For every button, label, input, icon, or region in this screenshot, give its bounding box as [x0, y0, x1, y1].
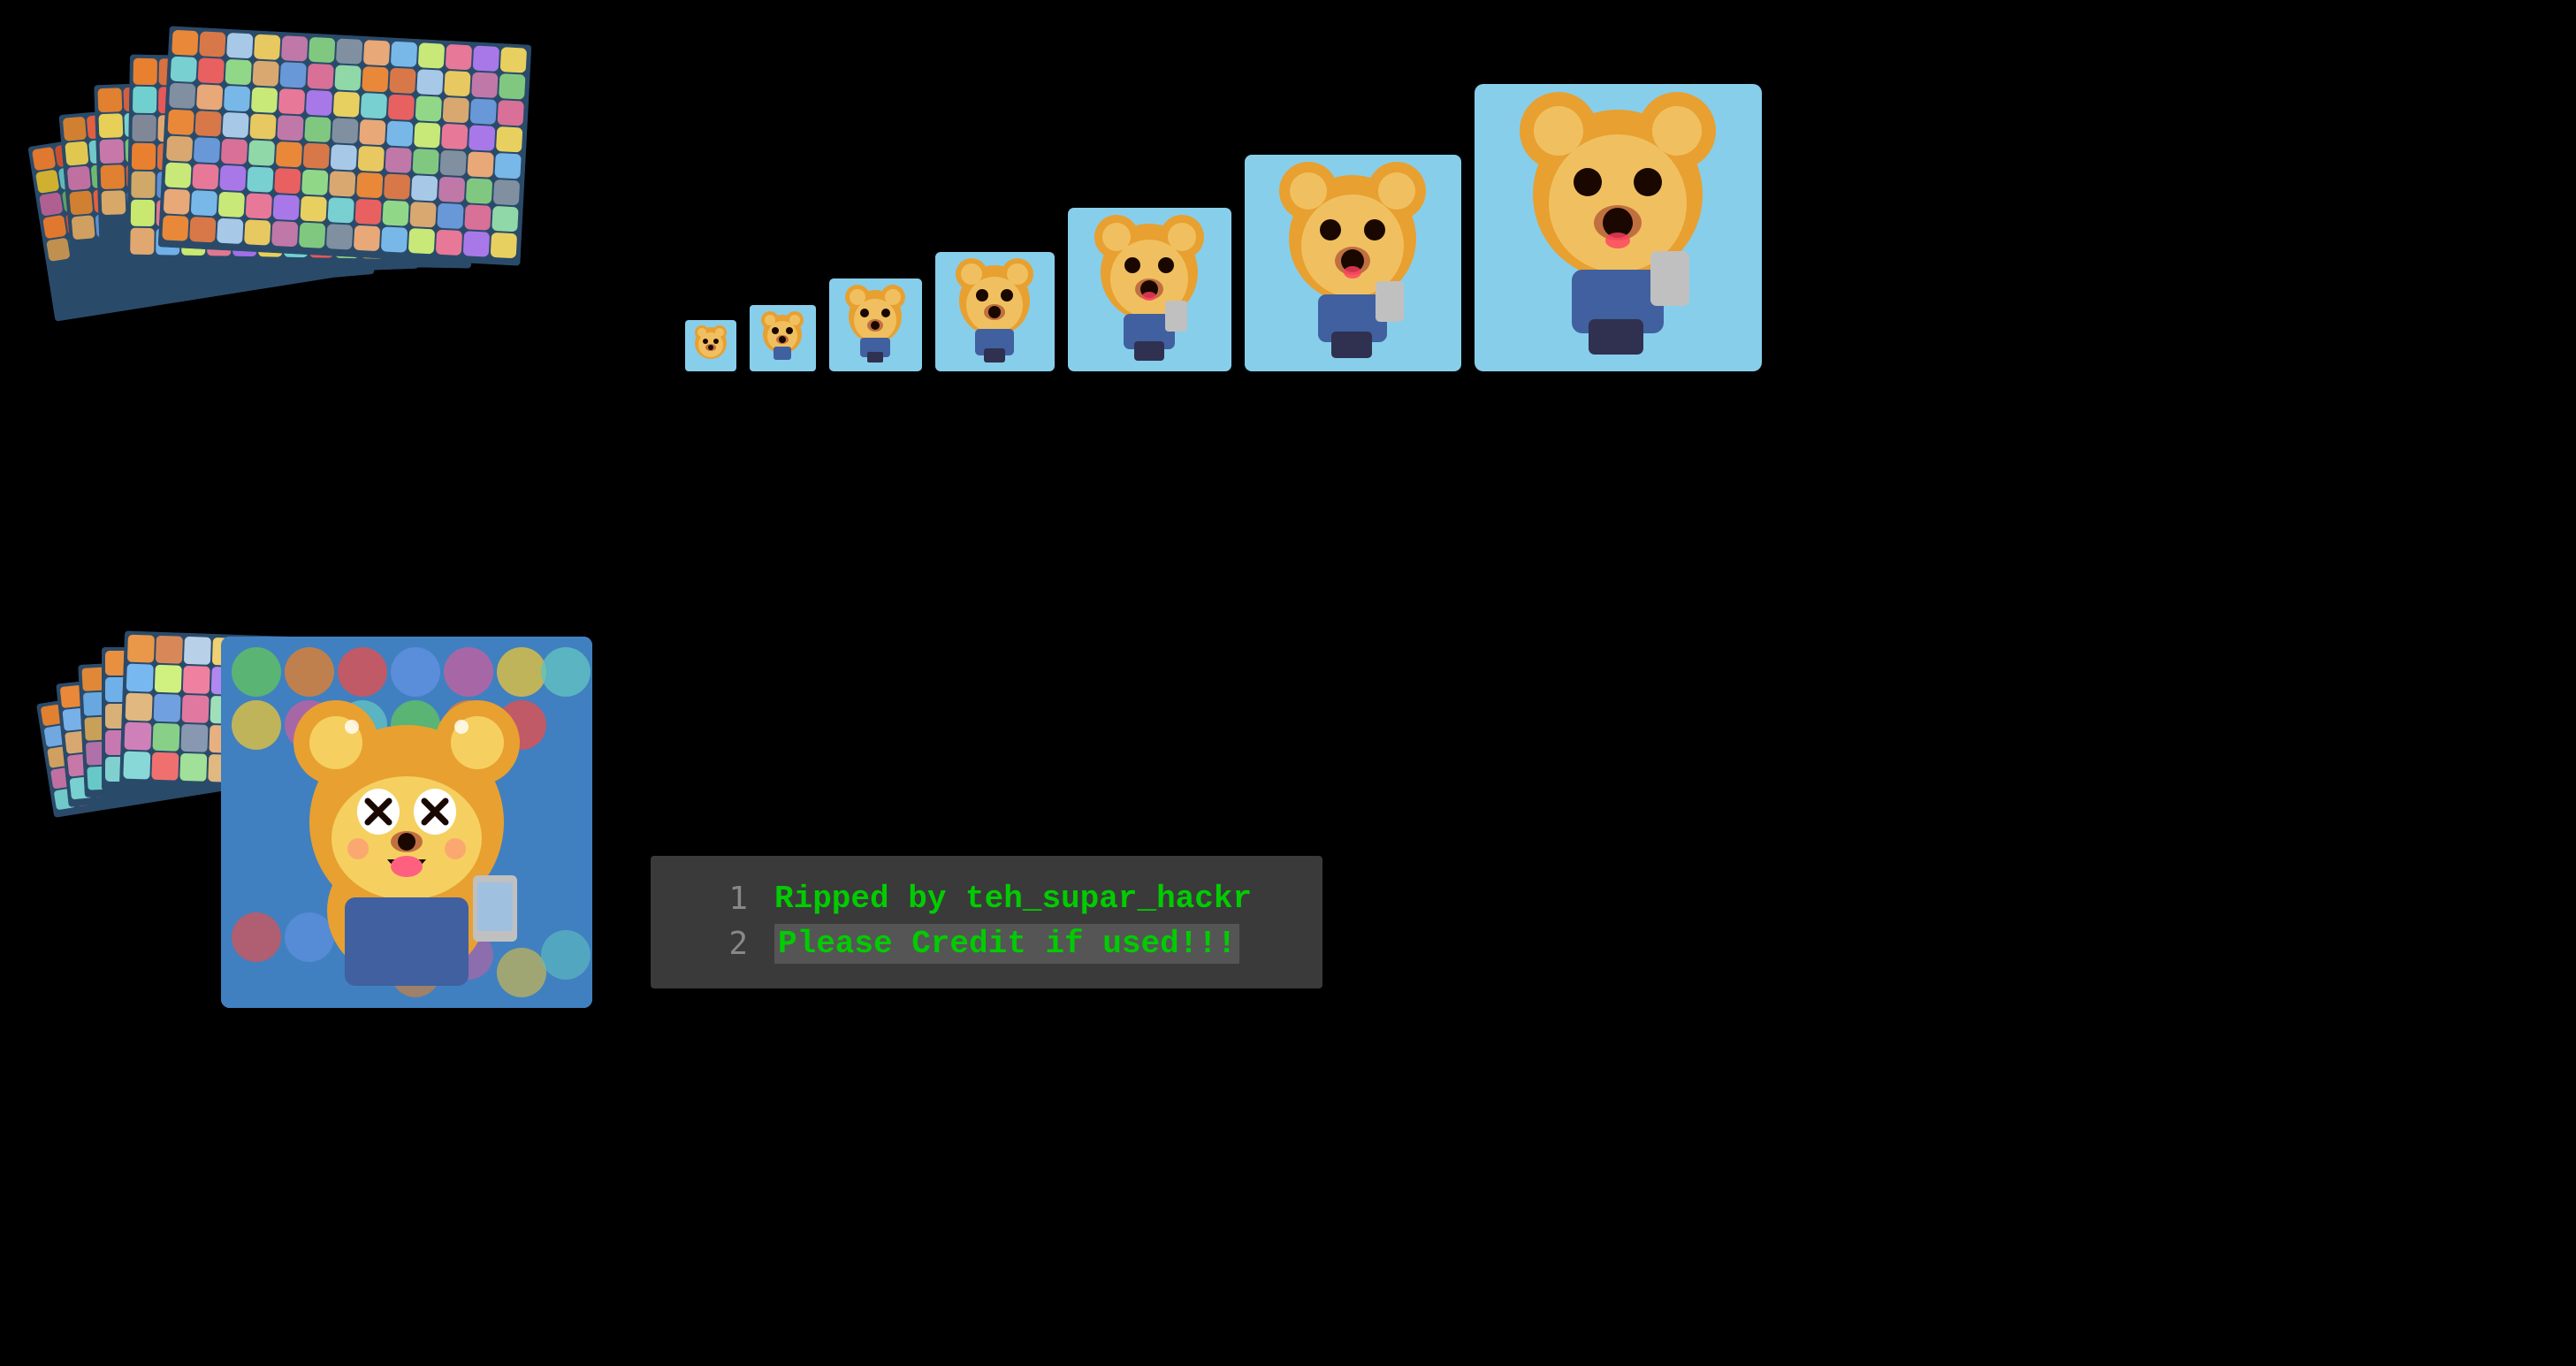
char-sprites-top-right: [685, 84, 1762, 371]
code-text-1: Ripped by teh_supar_hackr: [774, 881, 1252, 917]
code-line-1: 1 Ripped by teh_supar_hackr: [677, 881, 1296, 917]
char-sprite-small-2: [750, 305, 816, 371]
char-sprite-xl-6: [1245, 155, 1461, 371]
credit-code-block: 1 Ripped by teh_supar_hackr 2 Please Cre…: [651, 856, 1322, 988]
large-char-sprite: [221, 637, 592, 1008]
line-number-2: 2: [677, 926, 748, 962]
char-sprite-medium-large-4: [935, 252, 1055, 371]
char-sprite-large-5: [1068, 208, 1231, 371]
sheet-layer-5: [158, 26, 532, 265]
line-number-1: 1: [677, 881, 748, 917]
code-line-2: 2 Please Credit if used!!!: [677, 924, 1296, 964]
char-sprite-xxl-7: [1475, 84, 1762, 371]
char-sprite-medium-3: [829, 279, 922, 371]
code-text-2: Please Credit if used!!!: [774, 924, 1239, 964]
char-sprite-tiny-1: [685, 320, 736, 371]
